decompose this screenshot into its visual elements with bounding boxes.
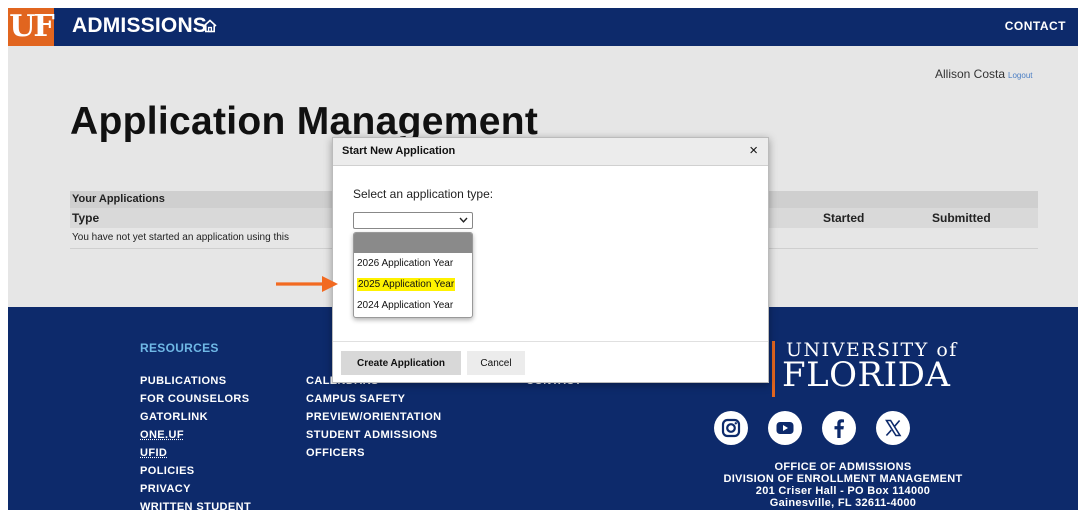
x-icon[interactable] — [876, 411, 910, 445]
create-application-button[interactable]: Create Application — [341, 351, 461, 375]
footer-links-column-1: PUBLICATIONS FOR COUNSELORS GATORLINK ON… — [140, 372, 251, 510]
dialog-footer: Create Application Cancel — [333, 341, 768, 383]
uf-logo[interactable]: UF — [8, 8, 55, 46]
contact-link[interactable]: CONTACT — [1005, 8, 1066, 44]
footer-link[interactable]: STUDENT ADMISSIONS — [306, 426, 442, 444]
admissions-brand-link[interactable]: ADMISSIONS — [72, 8, 207, 46]
column-header-type: Type — [72, 211, 100, 225]
address-line: 201 Criser Hall - PO Box 114000 — [755, 485, 931, 497]
close-icon[interactable]: × — [749, 142, 758, 159]
application-type-select[interactable] — [353, 212, 473, 229]
annotation-arrow-icon — [276, 276, 338, 292]
chevron-down-icon — [459, 217, 468, 223]
start-new-application-dialog: Start New Application × Select an applic… — [332, 137, 769, 383]
column-header-submitted: Submitted — [932, 211, 991, 225]
address-line: DIVISION OF ENROLLMENT MANAGEMENT — [723, 473, 963, 485]
footer-link[interactable]: WRITTEN STUDENT — [140, 498, 251, 510]
footer-link[interactable]: OFFICERS — [306, 444, 442, 462]
facebook-icon[interactable] — [822, 411, 856, 445]
footer-link[interactable]: ONE.UF — [140, 426, 251, 444]
footer-link[interactable]: PREVIEW/ORIENTATION — [306, 408, 442, 426]
address-block: OFFICE OF ADMISSIONS DIVISION OF ENROLLM… — [698, 461, 988, 509]
page: UF ADMISSIONS CONTACT Allison Costa Logou… — [8, 8, 1078, 510]
instagram-icon[interactable] — [714, 411, 748, 445]
dialog-header: Start New Application × — [333, 138, 768, 166]
dropdown-option-2025[interactable]: 2025 Application Year — [354, 274, 472, 295]
application-type-dropdown: 2026 Application Year 2025 Application Y… — [353, 232, 473, 318]
dropdown-option-2026[interactable]: 2026 Application Year — [354, 253, 472, 274]
column-header-started: Started — [823, 211, 865, 225]
footer-link[interactable]: GATORLINK — [140, 408, 251, 426]
footer-link[interactable]: POLICIES — [140, 462, 251, 480]
florida-wordmark: FLORIDA — [782, 355, 951, 395]
logo-divider — [772, 341, 775, 397]
dialog-title: Start New Application — [342, 145, 456, 157]
footer-links-column-2: CALENDARS CAMPUS SAFETY PREVIEW/ORIENTAT… — [306, 372, 442, 462]
user-name: Allison Costa — [935, 67, 1006, 81]
resources-heading: RESOURCES — [140, 341, 219, 355]
highlighted-option-text: 2025 Application Year — [357, 278, 456, 291]
footer-link[interactable]: PUBLICATIONS — [140, 372, 251, 390]
footer-link[interactable]: UFID — [140, 444, 251, 462]
footer-link[interactable]: PRIVACY — [140, 480, 251, 498]
youtube-icon[interactable] — [768, 411, 802, 445]
home-icon[interactable] — [202, 18, 218, 34]
dropdown-option-2024[interactable]: 2024 Application Year — [354, 295, 472, 316]
footer-link[interactable]: FOR COUNSELORS — [140, 390, 251, 408]
cancel-button[interactable]: Cancel — [467, 351, 525, 375]
address-line: Gainesville, FL 32611-4000 — [769, 497, 917, 509]
application-type-label: Select an application type: — [353, 187, 494, 201]
address-line: OFFICE OF ADMISSIONS — [774, 461, 912, 473]
user-info: Allison Costa Logout — [935, 67, 1033, 81]
logout-link[interactable]: Logout — [1008, 71, 1032, 80]
dropdown-option-blank[interactable] — [354, 233, 472, 253]
top-navbar: UF ADMISSIONS CONTACT — [8, 8, 1078, 46]
footer-link[interactable]: CAMPUS SAFETY — [306, 390, 442, 408]
